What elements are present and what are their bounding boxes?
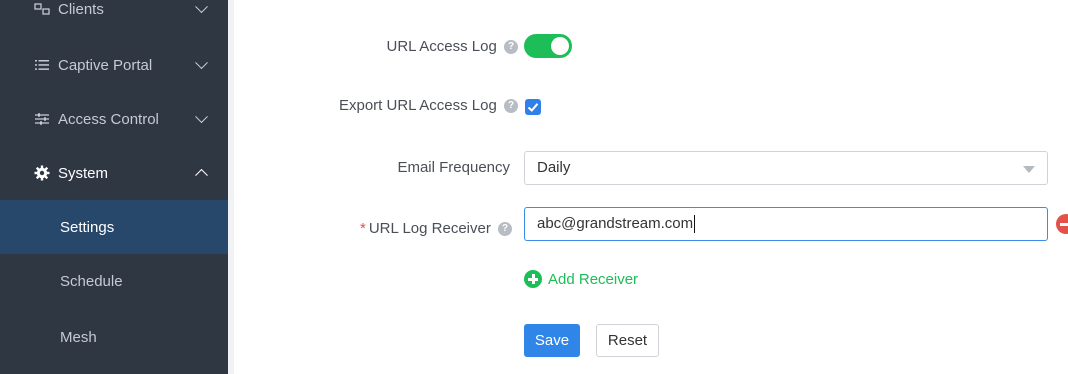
sidebar-item-label: Clients: [58, 0, 104, 18]
help-icon[interactable]: ?: [504, 40, 518, 55]
sidebar-item-access-control[interactable]: Access Control: [0, 92, 228, 146]
url-access-log-label: URL Access Log: [386, 38, 497, 55]
url-log-receiver-label: URL Log Receiver: [368, 220, 491, 237]
sidebar-item-system[interactable]: System: [0, 146, 228, 200]
url-log-receiver-value: abc@grandstream.com: [537, 215, 694, 232]
sidebar-subitem-label: Settings: [60, 218, 115, 236]
help-icon[interactable]: ?: [498, 222, 512, 237]
checkmark-icon: [527, 103, 539, 112]
chevron-down-icon: [195, 110, 208, 124]
export-url-access-log-label: Export URL Access Log: [338, 97, 497, 114]
app-root: Clients Captive Portal Access Control Sy…: [0, 0, 1068, 374]
sliders-icon: [34, 111, 50, 127]
plus-circle-icon: [524, 270, 542, 288]
reset-button[interactable]: Reset: [596, 324, 659, 357]
email-frequency-select[interactable]: Daily: [524, 151, 1048, 185]
save-button[interactable]: Save: [524, 324, 580, 357]
sidebar: Clients Captive Portal Access Control Sy…: [0, 0, 228, 374]
export-url-access-log-checkbox[interactable]: [525, 99, 541, 115]
sidebar-subitem-label: Schedule: [60, 272, 123, 290]
url-log-receiver-label-row: * URL Log Receiver ?: [360, 220, 512, 237]
email-frequency-value: Daily: [537, 159, 571, 176]
sidebar-item-label: System: [58, 164, 109, 182]
sidebar-item-label: Captive Portal: [58, 56, 153, 74]
text-caret: [694, 215, 696, 234]
sidebar-subitem-schedule[interactable]: Schedule: [0, 254, 228, 308]
chevron-up-icon: [195, 168, 208, 182]
chevron-down-icon: [195, 0, 208, 14]
caret-down-icon: [1023, 166, 1035, 173]
url-log-receiver-input[interactable]: abc@grandstream.com: [524, 207, 1048, 241]
email-frequency-label-row: Email Frequency: [397, 159, 510, 176]
add-receiver-button[interactable]: Add Receiver: [524, 270, 638, 288]
url-access-log-toggle[interactable]: [524, 34, 572, 58]
sidebar-subitem-settings[interactable]: Settings: [0, 200, 228, 254]
toggle-knob: [551, 37, 569, 55]
add-receiver-label: Add Receiver: [548, 270, 639, 288]
sidebar-item-clients[interactable]: Clients: [0, 0, 228, 36]
required-marker: *: [359, 220, 366, 237]
sidebar-subitem-label: Mesh: [60, 328, 97, 346]
clients-icon: [34, 1, 50, 17]
url-access-log-label-row: URL Access Log ?: [386, 38, 518, 55]
list-icon: [34, 57, 50, 73]
email-frequency-label: Email Frequency: [397, 159, 510, 176]
help-icon[interactable]: ?: [504, 99, 518, 114]
settings-form: [234, 0, 1068, 374]
chevron-down-icon: [195, 56, 208, 70]
gear-icon: [34, 165, 50, 181]
export-url-access-log-label-row: Export URL Access Log ?: [339, 97, 518, 114]
sidebar-item-label: Access Control: [58, 110, 159, 128]
sidebar-subitem-mesh[interactable]: Mesh: [0, 310, 228, 364]
sidebar-item-captive-portal[interactable]: Captive Portal: [0, 38, 228, 92]
